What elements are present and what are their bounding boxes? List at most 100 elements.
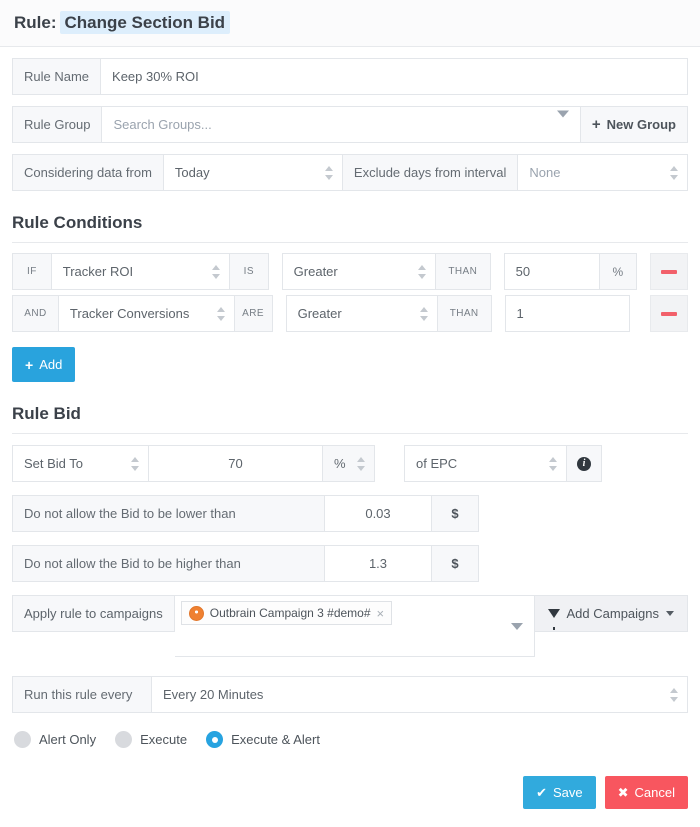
chevron-down-icon <box>556 110 569 132</box>
campaign-chip-label: Outbrain Campaign 3 #demo# <box>209 606 371 620</box>
filter-icon <box>547 609 560 630</box>
spinner-icon <box>419 306 429 321</box>
campaign-chip[interactable]: Outbrain Campaign 3 #demo# × <box>180 601 393 625</box>
condition-row: AND Tracker Conversions ARE Greater THAN… <box>12 295 689 332</box>
apply-campaigns-row: Apply rule to campaigns Outbrain Campaig… <box>12 595 688 657</box>
page-title: Rule: Change Section Bid <box>14 11 231 34</box>
condition-prefix: IF <box>12 253 52 290</box>
remove-condition-button[interactable] <box>650 295 689 332</box>
condition-metric-value: Tracker ROI <box>62 264 134 279</box>
bid-unit-value: % <box>334 456 346 471</box>
radio-icon <box>115 731 133 748</box>
condition-verb: IS <box>228 253 269 290</box>
mode-radio-alert-only[interactable]: Alert Only <box>14 731 96 748</box>
outbrain-icon <box>188 605 204 621</box>
exclude-days-value: None <box>529 165 561 180</box>
condition-operator-select[interactable]: Greater <box>285 295 438 332</box>
bid-higher-limit-label: Do not allow the Bid to be higher than <box>12 545 325 582</box>
rule-group-label: Rule Group <box>12 106 103 143</box>
page-title-rule-name: Change Section Bid <box>59 11 231 34</box>
mode-label: Execute <box>140 732 188 747</box>
schedule-row: Run this rule every Every 20 Minutes <box>12 676 688 713</box>
plus-icon: + <box>591 116 601 133</box>
condition-operator-value: Greater <box>297 306 342 321</box>
spinner-icon <box>670 687 679 702</box>
save-button[interactable]: ✔ Save <box>523 776 596 809</box>
condition-metric-value: Tracker Conversions <box>69 306 190 321</box>
minus-icon <box>661 311 678 316</box>
add-condition-label: Add <box>39 357 63 372</box>
page-title-prefix: Rule: <box>14 13 57 32</box>
save-label: Save <box>552 785 583 800</box>
form-actions: ✔ Save ✖ Cancel <box>12 776 688 809</box>
condition-metric-select[interactable]: Tracker ROI <box>50 253 230 290</box>
new-group-label: New Group <box>606 117 676 132</box>
spinner-icon <box>131 456 140 471</box>
mode-radio-execute-and-alert[interactable]: Execute & Alert <box>206 731 320 748</box>
condition-prefix: AND <box>12 295 59 332</box>
chevron-down-icon[interactable] <box>510 623 523 645</box>
info-icon: i <box>577 456 591 471</box>
remove-condition-button[interactable] <box>649 253 688 290</box>
interval-row: Considering data from Today Exclude days… <box>12 154 688 191</box>
schedule-select[interactable]: Every 20 Minutes <box>151 676 688 713</box>
add-campaigns-button[interactable]: Add Campaigns <box>533 595 688 632</box>
considering-data-from-label: Considering data from <box>12 154 164 191</box>
campaigns-multiselect[interactable]: Outbrain Campaign 3 #demo# × <box>174 595 535 657</box>
bid-higher-limit-input[interactable]: 1.3 <box>324 545 432 582</box>
page-header: Rule: Change Section Bid <box>0 0 700 47</box>
mode-radio-execute[interactable]: Execute <box>115 731 187 748</box>
cancel-button[interactable]: ✖ Cancel <box>604 776 688 809</box>
spinner-icon <box>216 306 226 321</box>
condition-value-input[interactable]: 1 <box>504 295 631 332</box>
bid-info-button[interactable]: i <box>566 445 602 482</box>
bid-amount-input[interactable]: 70 <box>148 445 323 482</box>
bid-lower-limit-currency: $ <box>431 495 479 532</box>
bid-higher-limit-row: Do not allow the Bid to be higher than 1… <box>12 545 688 582</box>
considering-data-from-value: Today <box>174 165 210 180</box>
bid-action-row: Set Bid To 70 % of EPC i <box>12 445 688 482</box>
plus-icon: + <box>25 356 34 373</box>
bid-lower-limit-label: Do not allow the Bid to be lower than <box>12 495 325 532</box>
condition-than: THAN <box>436 295 492 332</box>
rule-conditions-heading: Rule Conditions <box>12 213 688 243</box>
bid-lower-limit-input[interactable]: 0.03 <box>324 495 432 532</box>
rule-name-input[interactable]: Keep 30% ROI <box>100 58 688 95</box>
rule-group-placeholder: Search Groups... <box>113 117 212 132</box>
condition-verb: ARE <box>233 295 273 332</box>
form-body: Rule Name Keep 30% ROI Rule Group Search… <box>0 58 700 809</box>
considering-data-from-select[interactable]: Today <box>162 154 343 191</box>
exclude-days-select[interactable]: None <box>517 154 688 191</box>
schedule-value: Every 20 Minutes <box>163 687 264 702</box>
condition-operator-value: Greater <box>293 264 338 279</box>
minus-icon <box>660 269 677 274</box>
mode-radio-group: Alert Only Execute Execute & Alert <box>12 731 688 748</box>
radio-icon <box>14 731 31 748</box>
spinner-icon <box>670 165 679 180</box>
add-condition-button[interactable]: + Add <box>12 347 76 382</box>
add-campaigns-label: Add Campaigns <box>566 606 660 621</box>
spinner-icon <box>211 264 221 279</box>
bid-basis-value: of EPC <box>416 456 458 471</box>
spinner-icon <box>324 165 334 180</box>
condition-operator-select[interactable]: Greater <box>281 253 436 290</box>
condition-metric-select[interactable]: Tracker Conversions <box>57 295 235 332</box>
rule-name-label: Rule Name <box>12 58 102 95</box>
mode-label: Alert Only <box>39 732 97 747</box>
bid-action-select[interactable]: Set Bid To <box>12 445 149 482</box>
bid-unit-select[interactable]: % <box>322 445 375 482</box>
condition-than: THAN <box>434 253 491 290</box>
new-group-button[interactable]: + New Group <box>579 106 688 143</box>
close-icon[interactable]: × <box>377 607 385 620</box>
condition-value-input[interactable]: 50 <box>503 253 601 290</box>
rule-group-select[interactable]: Search Groups... <box>101 106 581 143</box>
spinner-icon <box>549 456 558 471</box>
bid-basis-select[interactable]: of EPC <box>404 445 567 482</box>
rule-name-row: Rule Name Keep 30% ROI <box>12 58 688 95</box>
radio-icon-selected <box>206 731 224 748</box>
